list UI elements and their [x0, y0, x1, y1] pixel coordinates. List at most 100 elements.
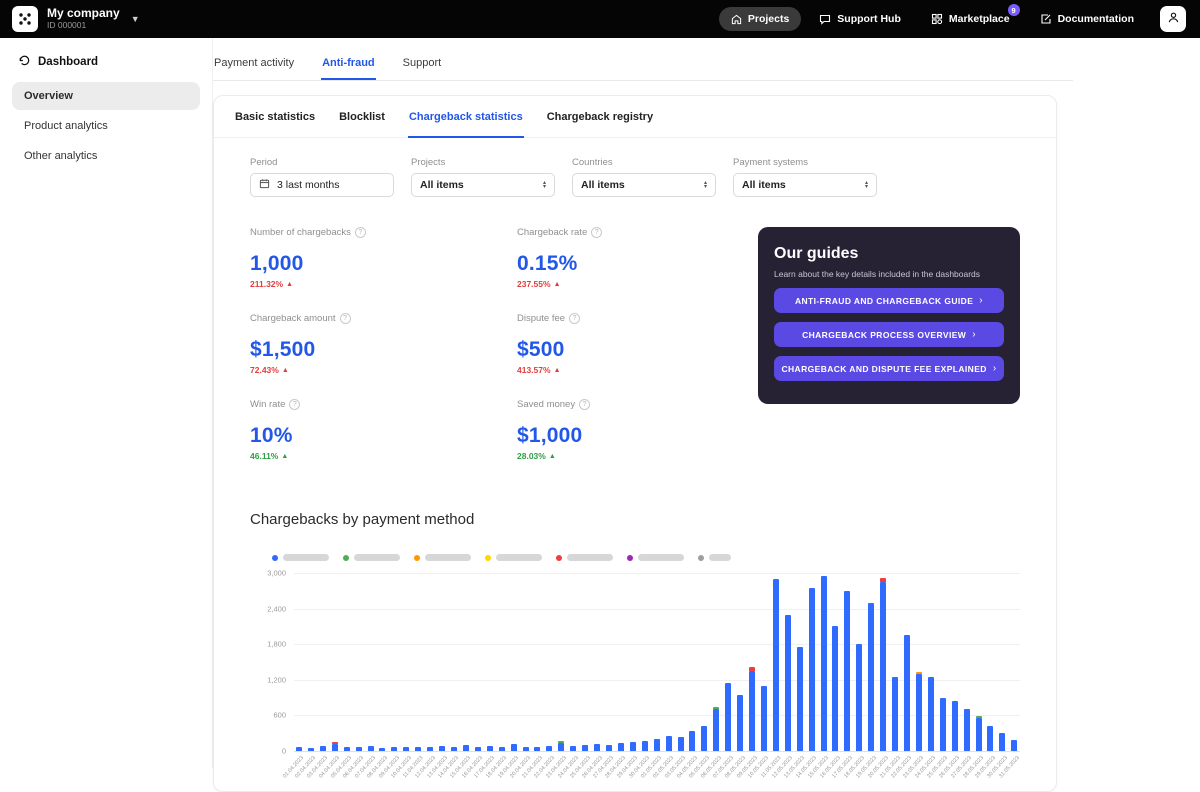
bar[interactable]: [928, 573, 934, 751]
legend-item[interactable]: [556, 554, 613, 561]
bar[interactable]: [511, 573, 517, 751]
bar[interactable]: [678, 573, 684, 751]
nav-support-hub-button[interactable]: Support Hub: [807, 7, 913, 31]
bar[interactable]: [379, 573, 385, 751]
subtab-blocklist[interactable]: Blocklist: [338, 96, 386, 137]
bar[interactable]: [475, 573, 481, 751]
bar[interactable]: [940, 573, 946, 751]
bar[interactable]: [558, 573, 564, 751]
bar[interactable]: [344, 573, 350, 751]
bar[interactable]: [821, 573, 827, 751]
bar[interactable]: [1011, 573, 1017, 751]
bar[interactable]: [868, 573, 874, 751]
legend-item[interactable]: [698, 554, 731, 561]
tab-payment-activity[interactable]: Payment activity: [213, 50, 295, 80]
bar[interactable]: [570, 573, 576, 751]
bar[interactable]: [332, 573, 338, 751]
subtab-basic-statistics[interactable]: Basic statistics: [234, 96, 316, 137]
help-icon[interactable]: ?: [340, 313, 351, 324]
bar[interactable]: [606, 573, 612, 751]
bar[interactable]: [534, 573, 540, 751]
bar[interactable]: [916, 573, 922, 751]
stat-value: $1,000: [517, 424, 744, 448]
help-icon[interactable]: ?: [289, 399, 300, 410]
bar[interactable]: [785, 573, 791, 751]
bar[interactable]: [630, 573, 636, 751]
bar[interactable]: [737, 573, 743, 751]
legend-item[interactable]: [627, 554, 684, 561]
nav-documentation-button[interactable]: Documentation: [1028, 7, 1146, 31]
help-icon[interactable]: ?: [569, 313, 580, 324]
bar[interactable]: [904, 573, 910, 751]
bar[interactable]: [832, 573, 838, 751]
bar[interactable]: [761, 573, 767, 751]
bar[interactable]: [892, 573, 898, 751]
guide-dispute-fee-button[interactable]: CHARGEBACK AND DISPUTE FEE EXPLAINED›: [774, 356, 1004, 381]
company-switcher[interactable]: My company ID 000001 ▼: [12, 6, 140, 32]
bar[interactable]: [713, 573, 719, 751]
sidebar-item-product-analytics[interactable]: Product analytics: [12, 112, 200, 140]
bar[interactable]: [499, 573, 505, 751]
bar[interactable]: [964, 573, 970, 751]
bar[interactable]: [594, 573, 600, 751]
bar[interactable]: [618, 573, 624, 751]
bar[interactable]: [725, 573, 731, 751]
bar[interactable]: [403, 573, 409, 751]
bar[interactable]: [880, 573, 886, 751]
bar[interactable]: [320, 573, 326, 751]
legend-item[interactable]: [272, 554, 329, 561]
sidebar-item-other-analytics[interactable]: Other analytics: [12, 142, 200, 170]
bar[interactable]: [797, 573, 803, 751]
help-icon[interactable]: ?: [355, 227, 366, 238]
bar[interactable]: [666, 573, 672, 751]
user-avatar-button[interactable]: [1160, 6, 1186, 32]
tab-support[interactable]: Support: [402, 50, 443, 80]
payment-systems-select[interactable]: All items ▴▾: [733, 173, 877, 197]
bar[interactable]: [391, 573, 397, 751]
projects-select[interactable]: All items ▴▾: [411, 173, 555, 197]
bar[interactable]: [308, 573, 314, 751]
period-input[interactable]: 3 last months: [250, 173, 394, 197]
guide-chargeback-process-button[interactable]: CHARGEBACK PROCESS OVERVIEW›: [774, 322, 1004, 347]
chevron-right-icon: ›: [979, 295, 983, 306]
bar[interactable]: [701, 573, 707, 751]
bar[interactable]: [368, 573, 374, 751]
bar[interactable]: [642, 573, 648, 751]
bar[interactable]: [856, 573, 862, 751]
bar[interactable]: [439, 573, 445, 751]
bar[interactable]: [749, 573, 755, 751]
bar[interactable]: [987, 573, 993, 751]
bar[interactable]: [415, 573, 421, 751]
countries-select[interactable]: All items ▴▾: [572, 173, 716, 197]
help-icon[interactable]: ?: [591, 227, 602, 238]
legend-item[interactable]: [485, 554, 542, 561]
legend-item[interactable]: [343, 554, 400, 561]
sidebar-item-overview[interactable]: Overview: [12, 82, 200, 110]
guide-antifraud-chargeback-button[interactable]: ANTI-FRAUD AND CHARGEBACK GUIDE›: [774, 288, 1004, 313]
bar-segment: [892, 677, 898, 751]
bar[interactable]: [296, 573, 302, 751]
bar[interactable]: [809, 573, 815, 751]
bar[interactable]: [999, 573, 1005, 751]
bar[interactable]: [976, 573, 982, 751]
nav-projects-button[interactable]: Projects: [719, 7, 801, 31]
bar[interactable]: [689, 573, 695, 751]
bar[interactable]: [844, 573, 850, 751]
subtab-chargeback-statistics[interactable]: Chargeback statistics: [408, 96, 524, 138]
help-icon[interactable]: ?: [579, 399, 590, 410]
nav-marketplace-button[interactable]: Marketplace 9: [919, 7, 1022, 31]
bar[interactable]: [451, 573, 457, 751]
bar[interactable]: [356, 573, 362, 751]
bar[interactable]: [523, 573, 529, 751]
subtab-chargeback-registry[interactable]: Chargeback registry: [546, 96, 654, 137]
tab-anti-fraud[interactable]: Anti-fraud: [321, 50, 376, 80]
bar[interactable]: [654, 573, 660, 751]
bar[interactable]: [546, 573, 552, 751]
bar[interactable]: [487, 573, 493, 751]
bar[interactable]: [952, 573, 958, 751]
legend-item[interactable]: [414, 554, 471, 561]
bar[interactable]: [773, 573, 779, 751]
bar[interactable]: [582, 573, 588, 751]
bar[interactable]: [463, 573, 469, 751]
bar[interactable]: [427, 573, 433, 751]
